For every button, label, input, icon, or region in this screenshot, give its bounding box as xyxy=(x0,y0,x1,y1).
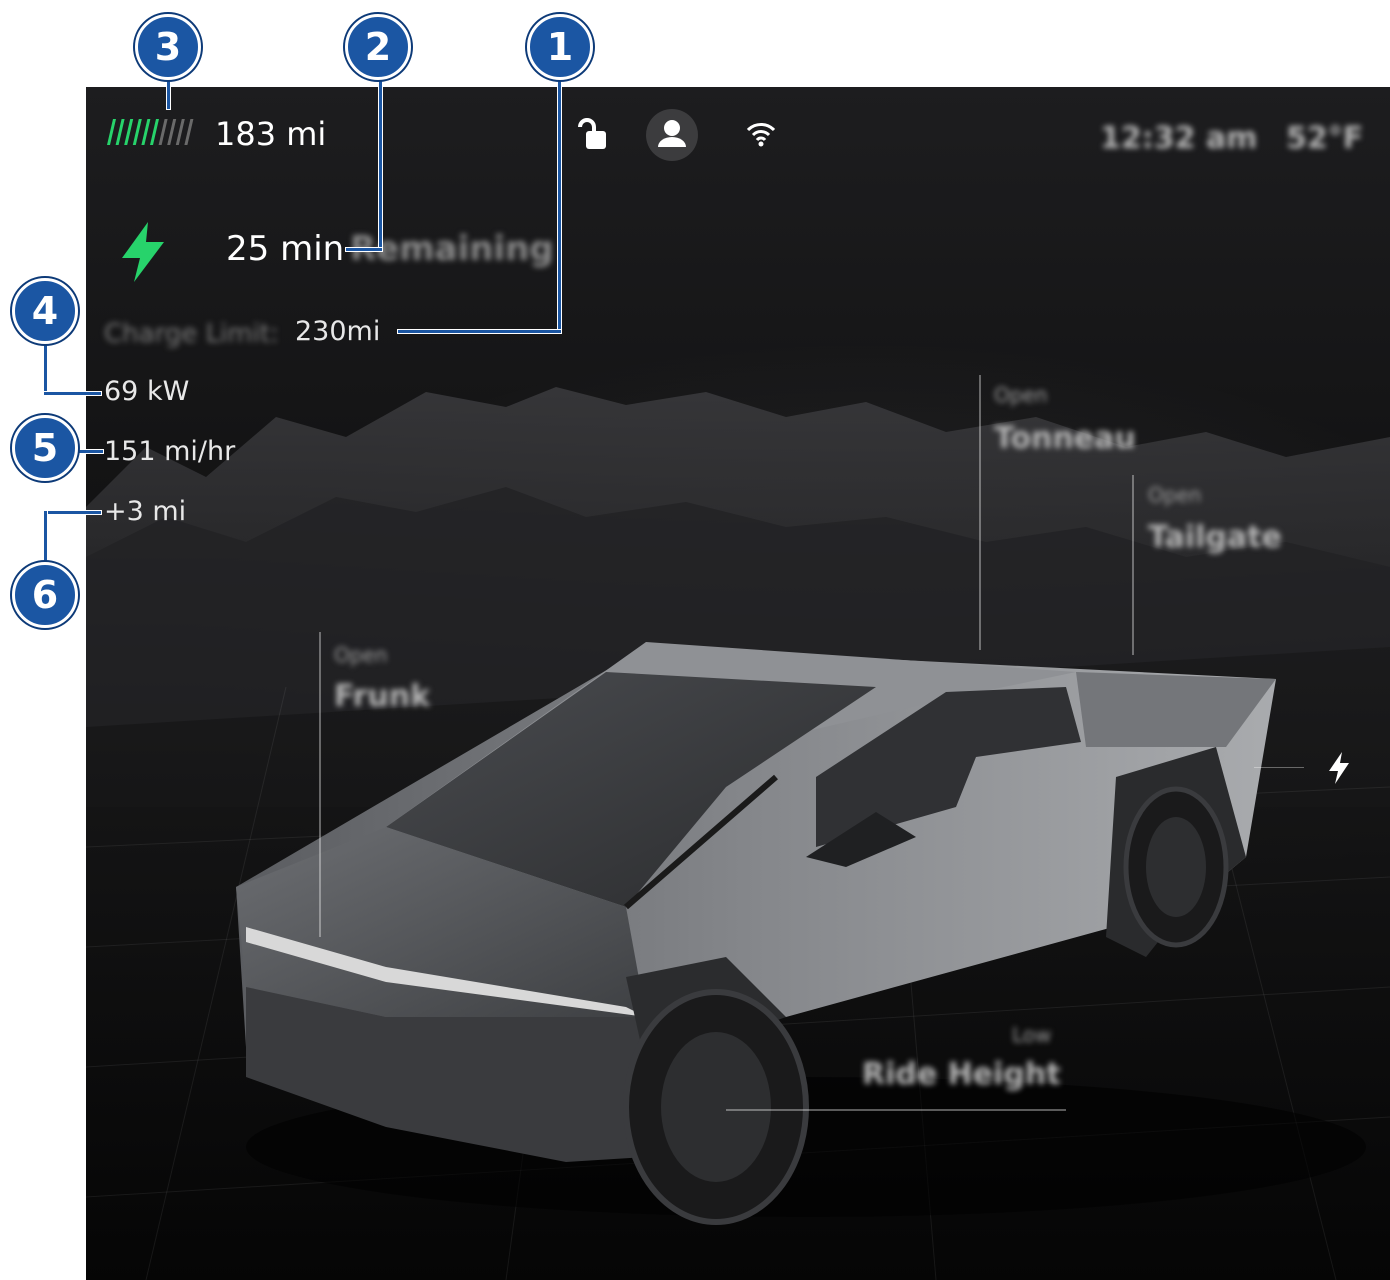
callout-2-leader-h xyxy=(345,247,383,252)
callout-2-leader-v xyxy=(378,76,383,252)
charge-limit-label: Charge Limit: xyxy=(104,319,279,349)
callout-3-leader xyxy=(166,76,171,110)
battery-segment xyxy=(141,119,151,145)
battery-indicator xyxy=(105,117,197,151)
charge-port-icon[interactable] xyxy=(1326,751,1352,789)
callout-4-leader-h xyxy=(43,391,102,396)
charge-limit-value[interactable]: 230mi xyxy=(295,316,380,347)
wifi-icon[interactable] xyxy=(746,120,776,152)
callout-1: 1 xyxy=(527,14,593,80)
ride-height-leader-line xyxy=(726,1109,1066,1111)
battery-segment xyxy=(150,119,159,145)
outside-temperature: 52°F xyxy=(1286,121,1364,156)
charge-port-leader-line xyxy=(1254,767,1304,768)
tailgate-leader-line xyxy=(1132,475,1134,655)
tailgate-button[interactable]: Tailgate xyxy=(1148,520,1282,555)
battery-segment xyxy=(175,119,185,145)
frunk-button[interactable]: Frunk xyxy=(334,679,430,714)
callout-1-leader-h xyxy=(397,329,562,334)
callout-2: 2 xyxy=(345,14,411,80)
charging-bolt-icon xyxy=(116,220,170,288)
callout-6-leader-v xyxy=(43,510,48,566)
callout-1-leader-v xyxy=(557,76,562,334)
time-remaining-value: 25 min xyxy=(226,229,345,269)
range-display: 183 mi xyxy=(215,115,327,153)
tonneau-leader-line xyxy=(979,375,981,650)
charging-rate: 151 mi/hr xyxy=(104,436,236,467)
callout-4-leader-v xyxy=(43,340,48,396)
battery-segment xyxy=(124,119,134,145)
battery-segment xyxy=(115,119,125,145)
battery-segment xyxy=(167,119,177,145)
vehicle-display: 183 mi 12:32 am 52°F 25 min Remaining Ch… xyxy=(86,87,1390,1280)
ride-height-button[interactable]: Ride Height xyxy=(862,1057,1061,1092)
callout-3: 3 xyxy=(135,14,201,80)
battery-segment xyxy=(158,119,168,145)
tailgate-state: Open xyxy=(1148,483,1202,507)
callout-5: 5 xyxy=(12,415,78,481)
frunk-state: Open xyxy=(334,643,388,667)
battery-segment xyxy=(132,119,142,145)
battery-segment xyxy=(107,119,116,145)
callout-4: 4 xyxy=(12,278,78,344)
battery-segment xyxy=(184,119,194,145)
unlock-icon[interactable] xyxy=(576,117,610,157)
frunk-leader-line xyxy=(319,632,321,937)
profile-icon[interactable] xyxy=(646,109,698,161)
tonneau-button[interactable]: Tonneau xyxy=(994,421,1136,456)
callout-6-leader-h xyxy=(43,510,102,515)
callout-6: 6 xyxy=(12,562,78,628)
charging-power: 69 kW xyxy=(104,376,190,407)
ride-height-state: Low xyxy=(1012,1023,1052,1047)
tonneau-state: Open xyxy=(994,383,1048,407)
added-range: +3 mi xyxy=(104,496,187,527)
clock-time: 12:32 am xyxy=(1100,121,1258,156)
